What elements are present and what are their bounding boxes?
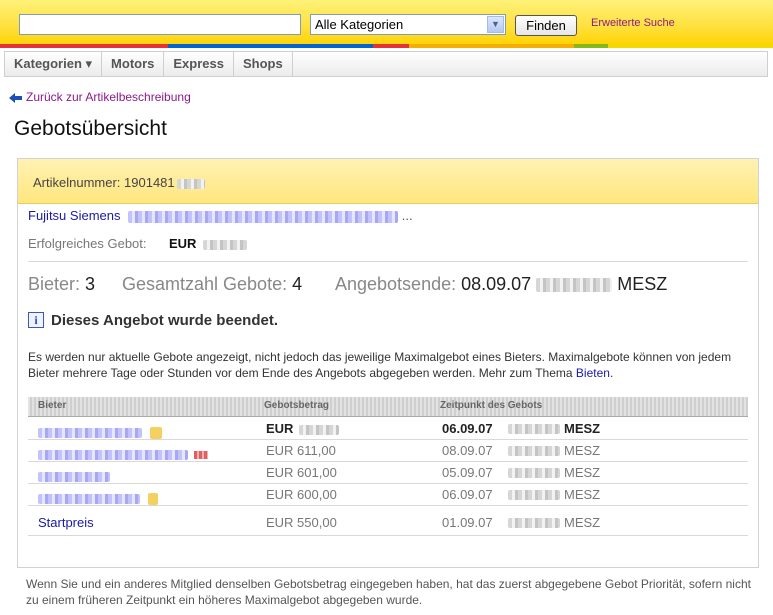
bid-date: 08.09.07 — [442, 443, 493, 458]
star-icon — [149, 426, 162, 439]
redacted-end-time — [536, 278, 613, 293]
star-icon — [147, 492, 158, 505]
redacted-time — [508, 468, 560, 478]
item-number-label: Artikelnummer: 1901481 — [33, 175, 175, 190]
bid-info-body: Es werden nur aktuelle Gebote angezeigt,… — [28, 350, 732, 380]
chevron-down-icon: ▼ — [487, 16, 504, 33]
bid-tz: MESZ — [564, 487, 601, 502]
redacted-time — [508, 446, 560, 456]
color-stripe — [0, 44, 773, 48]
bid-amount-currency: EUR — [266, 421, 294, 436]
total-bids-value: 4 — [292, 274, 303, 294]
bid-info-end: . — [609, 366, 614, 380]
search-input[interactable] — [19, 14, 301, 35]
bid-date: 06.09.07 — [442, 421, 493, 436]
bid-date: 01.09.07 — [442, 515, 493, 530]
bieten-link[interactable]: Bieten — [576, 366, 610, 380]
category-select-value: Alle Kategorien — [315, 17, 404, 32]
table-row: EUR 600,00 06.09.07 MESZ — [28, 484, 748, 506]
winning-bid-currency: EUR — [169, 236, 197, 251]
bid-amount: EUR 611,00 — [266, 443, 336, 458]
back-arrow-icon[interactable] — [9, 93, 22, 103]
winning-bid-value: EUR — [169, 236, 248, 251]
redacted-time — [508, 424, 560, 434]
find-button[interactable]: Finden — [515, 15, 577, 36]
auction-end: Angebotsende: 08.09.07 MESZ — [335, 274, 667, 295]
redacted-bidder — [38, 471, 110, 482]
bid-table-header: Bieter Gebotsbetrag Zeitpunkt des Gebots — [28, 397, 748, 417]
category-select[interactable]: Alle Kategorien ▼ — [310, 14, 506, 35]
bid-info-text: Es werden nur aktuelle Gebote angezeigt,… — [28, 349, 748, 381]
redacted-bidder — [38, 449, 188, 460]
redacted-item-number — [176, 178, 205, 189]
page-title: Gebotsübersicht — [14, 117, 167, 140]
nav-item-motors[interactable]: Motors — [102, 52, 165, 76]
divider — [28, 261, 748, 262]
table-row: Startpreis EUR 550,00 01.09.07 MESZ — [28, 510, 748, 536]
redacted-item-title — [128, 210, 399, 223]
redacted-winning-bid — [203, 239, 248, 250]
bid-amount: EUR 600,00 — [266, 487, 337, 502]
column-header-bidder: Bieter — [38, 400, 67, 411]
redacted-bidder-rating — [193, 450, 208, 459]
bid-amount: EUR — [266, 421, 340, 436]
total-bids-label: Gesamtzahl Gebote: — [122, 274, 288, 294]
nav-item-express[interactable]: Express — [164, 52, 234, 76]
bidders-count: Bieter: 3 — [28, 274, 95, 295]
item-title-ellipsis: ... — [401, 208, 413, 223]
bidder-cell[interactable] — [38, 424, 162, 439]
redacted-bidder — [38, 427, 142, 438]
bid-tz: MESZ — [564, 465, 601, 480]
bid-date: 05.09.07 — [442, 465, 493, 480]
back-to-item-link[interactable]: Zurück zur Artikelbeschreibung — [26, 90, 191, 104]
redacted-time — [508, 518, 560, 528]
table-row: EUR 06.09.07 MESZ — [28, 418, 748, 440]
auction-ended-message: Dieses Angebot wurde beendet. — [51, 312, 278, 329]
column-header-amount: Gebotsbetrag — [264, 400, 330, 411]
nav-bar: Kategorien ▾ Motors Express Shops — [4, 51, 768, 77]
advanced-search-link[interactable]: Erweiterte Suche — [591, 17, 675, 29]
priority-footnote: Wenn Sie und ein anderes Mitglied densel… — [26, 577, 751, 607]
bidder-cell[interactable] — [38, 446, 208, 461]
winning-bid-label: Erfolgreiches Gebot: — [28, 236, 147, 251]
item-number: Artikelnummer: 1901481 — [33, 175, 205, 190]
bid-amount: EUR 550,00 — [266, 515, 337, 530]
bid-tz: MESZ — [564, 515, 601, 530]
nav-item-shops[interactable]: Shops — [234, 52, 293, 76]
redacted-amount — [299, 424, 340, 435]
info-icon: i — [28, 312, 44, 328]
table-row: EUR 611,00 08.09.07 MESZ — [28, 440, 748, 462]
auction-end-tz: MESZ — [617, 274, 668, 294]
total-bids-count: Gesamtzahl Gebote: 4 — [122, 274, 302, 295]
redacted-time — [508, 490, 560, 500]
item-title-prefix: Fujitsu Siemens — [28, 208, 121, 223]
nav-item-kategorien[interactable]: Kategorien ▾ — [5, 52, 103, 76]
bidders-value: 3 — [85, 274, 96, 294]
table-row: EUR 601,00 05.09.07 MESZ — [28, 462, 748, 484]
bid-amount: EUR 601,00 — [266, 465, 337, 480]
start-price-label[interactable]: Startpreis — [38, 515, 94, 530]
bid-date: 06.09.07 — [442, 487, 493, 502]
bid-tz: MESZ — [564, 421, 601, 436]
bid-tz: MESZ — [564, 443, 601, 458]
column-header-time: Zeitpunkt des Gebots — [440, 400, 543, 411]
bidder-cell[interactable] — [38, 468, 110, 483]
bidders-label: Bieter: — [28, 274, 81, 294]
item-title-link[interactable]: Fujitsu Siemens ... — [28, 208, 413, 223]
bidder-cell[interactable] — [38, 490, 158, 505]
auction-end-date: 08.09.07 — [461, 274, 532, 294]
redacted-bidder — [38, 493, 140, 504]
auction-end-label: Angebotsende: — [335, 274, 457, 294]
